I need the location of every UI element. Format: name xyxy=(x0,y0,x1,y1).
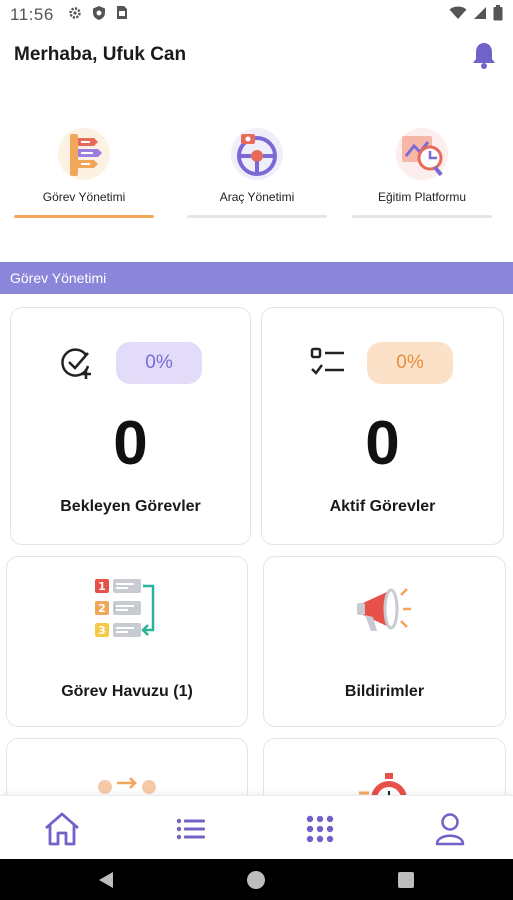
menu-item-vehicle-management[interactable]: Araç Yönetimi xyxy=(187,120,327,220)
profile-icon[interactable] xyxy=(430,810,470,848)
stat-label: Aktif Görevler xyxy=(329,498,436,515)
analytics-icon xyxy=(392,124,452,184)
status-bar: 11:56 xyxy=(0,0,513,30)
back-icon[interactable] xyxy=(96,870,116,890)
sim-icon xyxy=(116,5,128,25)
stat-value: 0 xyxy=(113,409,148,478)
settings-icon xyxy=(68,5,82,25)
bottom-navigation xyxy=(0,795,513,859)
signal-icon xyxy=(473,5,487,25)
megaphone-icon xyxy=(349,577,421,641)
svg-text:2: 2 xyxy=(98,602,106,615)
shield-icon xyxy=(92,5,106,26)
stat-card-pending-tasks[interactable]: 0% 0 Bekleyen Görevler xyxy=(10,307,251,545)
active-tab-indicator xyxy=(14,215,154,218)
feature-label: Bildirimler xyxy=(344,683,425,700)
task-list-icon xyxy=(54,124,114,184)
steering-wheel-icon xyxy=(227,124,287,184)
percentage-badge: 0% xyxy=(116,342,202,384)
stat-value: 0 xyxy=(365,409,400,478)
top-menu: Görev Yönetimi Araç Yönetimi Eğitim Plat… xyxy=(0,120,513,230)
svg-text:3: 3 xyxy=(98,624,106,637)
section-title: Görev Yönetimi xyxy=(10,270,107,286)
numbered-list-icon: 1 2 3 xyxy=(91,577,163,641)
menu-item-label: Görev Yönetimi xyxy=(42,190,126,204)
list-icon[interactable] xyxy=(171,810,211,848)
home-button-icon[interactable] xyxy=(246,870,266,890)
header: Merhaba, Ufuk Can xyxy=(0,30,513,80)
menu-item-label: Eğitim Platformu xyxy=(377,190,467,204)
check-plus-icon xyxy=(59,344,95,380)
battery-icon xyxy=(493,4,503,26)
system-navigation-bar xyxy=(0,859,513,900)
recents-icon[interactable] xyxy=(396,870,416,890)
menu-item-label: Araç Yönetimi xyxy=(219,190,295,204)
menu-item-training-platform[interactable]: Eğitim Platformu xyxy=(352,120,492,220)
menu-item-task-management[interactable]: Görev Yönetimi xyxy=(14,120,154,220)
bell-icon[interactable] xyxy=(469,40,499,70)
feature-card-task-pool[interactable]: 1 2 3 Görev Havuzu (1) xyxy=(6,556,248,727)
feature-card-notifications[interactable]: Bildirimler xyxy=(263,556,506,727)
stat-label: Bekleyen Görevler xyxy=(60,498,201,515)
section-header: Görev Yönetimi xyxy=(0,262,513,294)
svg-text:1: 1 xyxy=(98,580,106,593)
grid-icon[interactable] xyxy=(300,810,340,848)
percentage-badge: 0% xyxy=(367,342,453,384)
checklist-icon xyxy=(310,344,346,380)
status-time: 11:56 xyxy=(10,5,54,24)
stat-card-active-tasks[interactable]: 0% 0 Aktif Görevler xyxy=(261,307,504,545)
feature-label: Görev Havuzu (1) xyxy=(61,683,193,700)
wifi-icon xyxy=(449,5,467,25)
greeting-title: Merhaba, Ufuk Can xyxy=(14,44,187,65)
home-icon[interactable] xyxy=(42,810,82,848)
